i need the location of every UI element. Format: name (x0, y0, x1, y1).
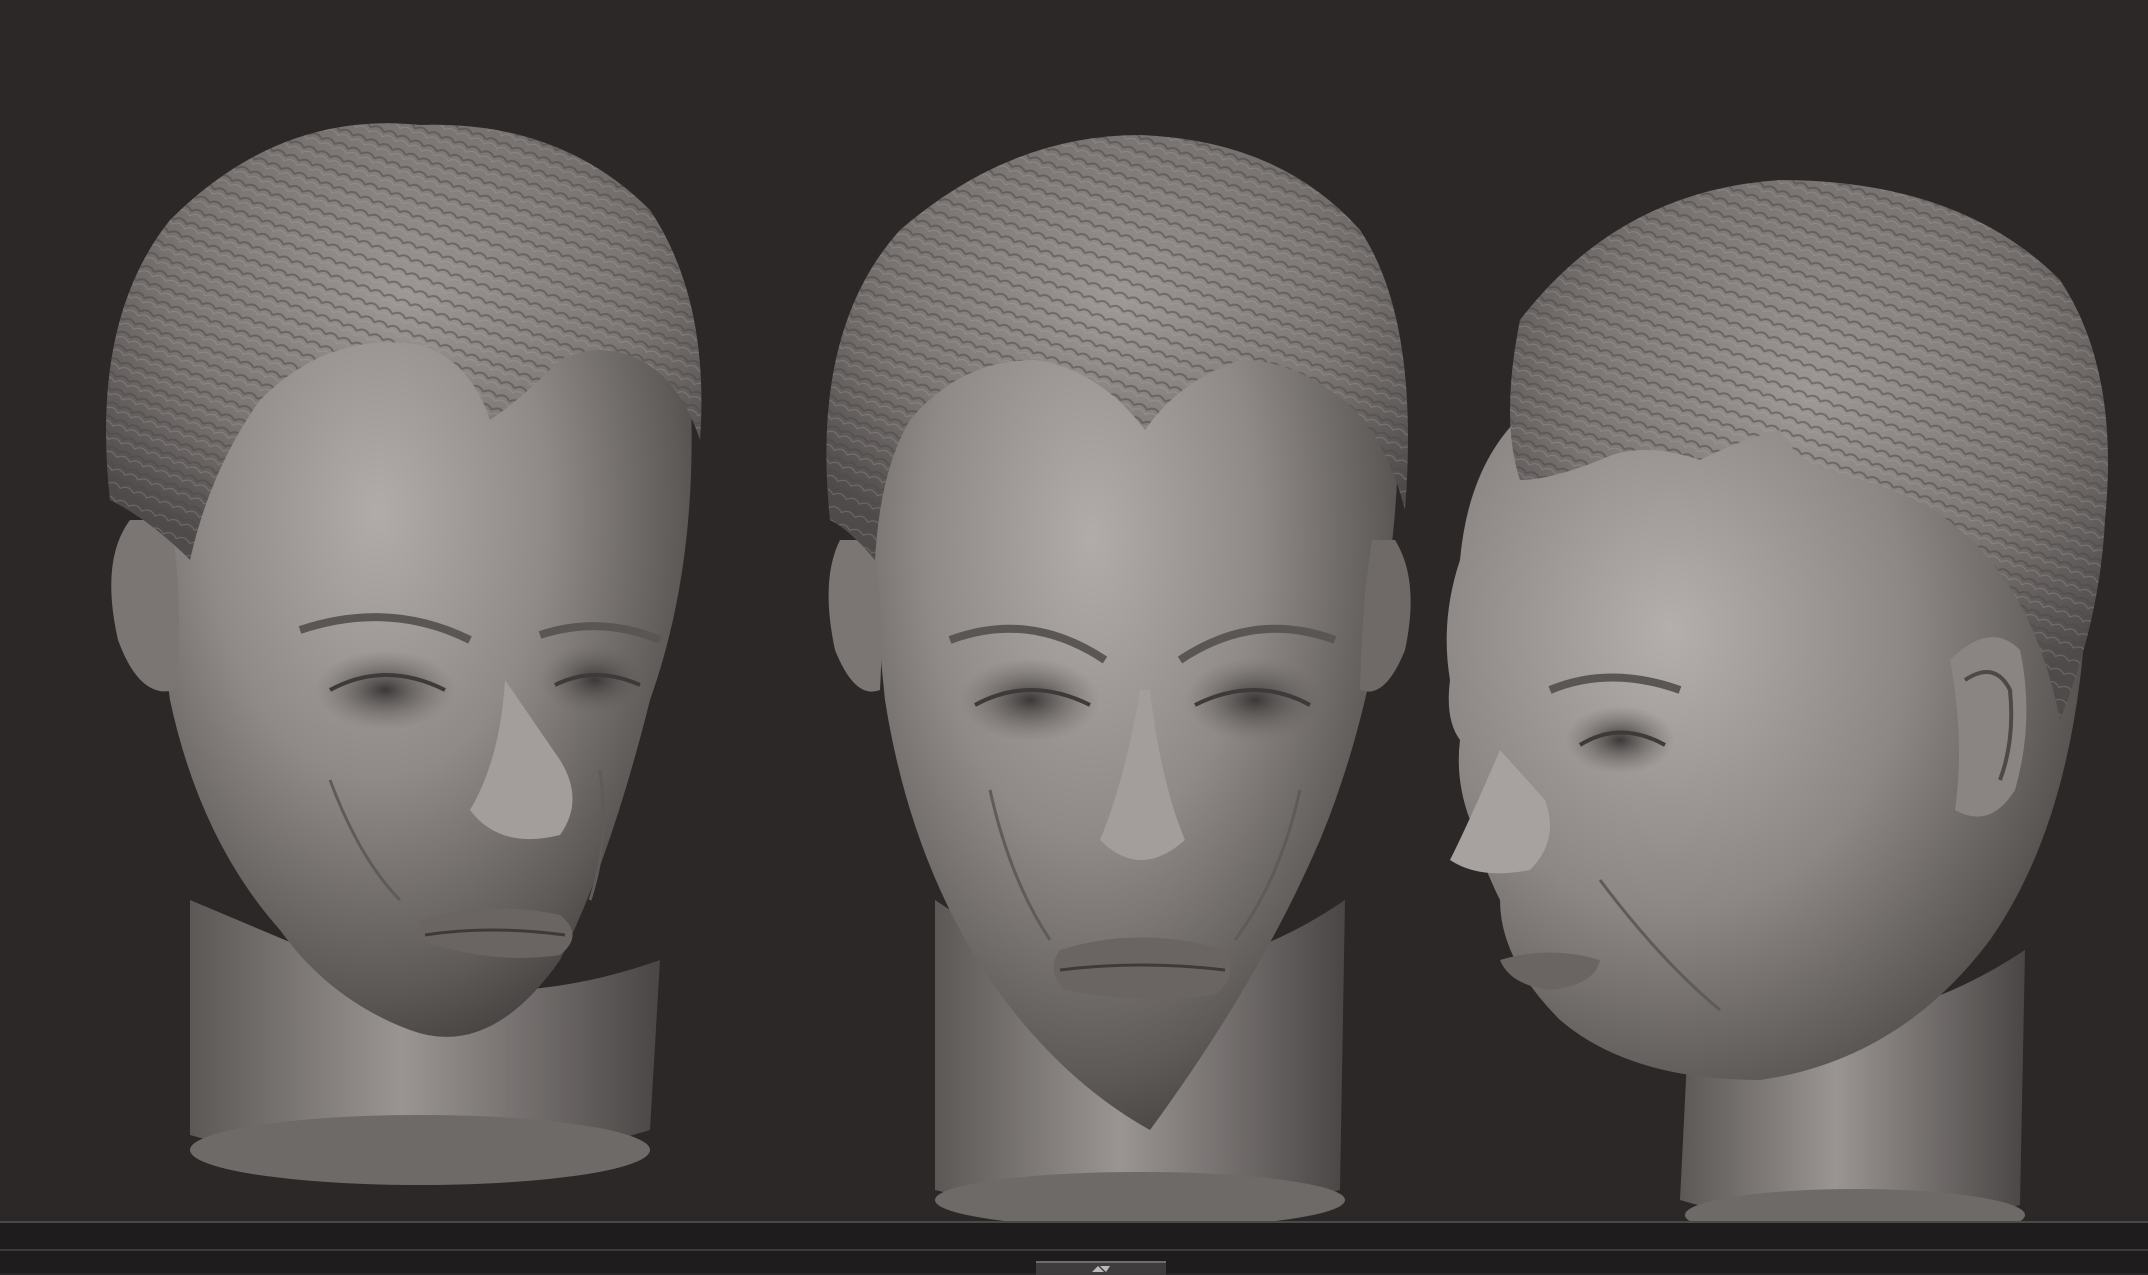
viewport-canvas[interactable] (0, 0, 2148, 1221)
head-three-quarter-left[interactable] (106, 123, 702, 1185)
head-front[interactable] (826, 135, 1411, 1221)
head-profile-right[interactable] (1446, 180, 2108, 1221)
3d-viewport[interactable] (0, 0, 2148, 1221)
bottom-shelf (0, 1221, 2148, 1275)
shelf-divider (0, 1249, 2148, 1251)
